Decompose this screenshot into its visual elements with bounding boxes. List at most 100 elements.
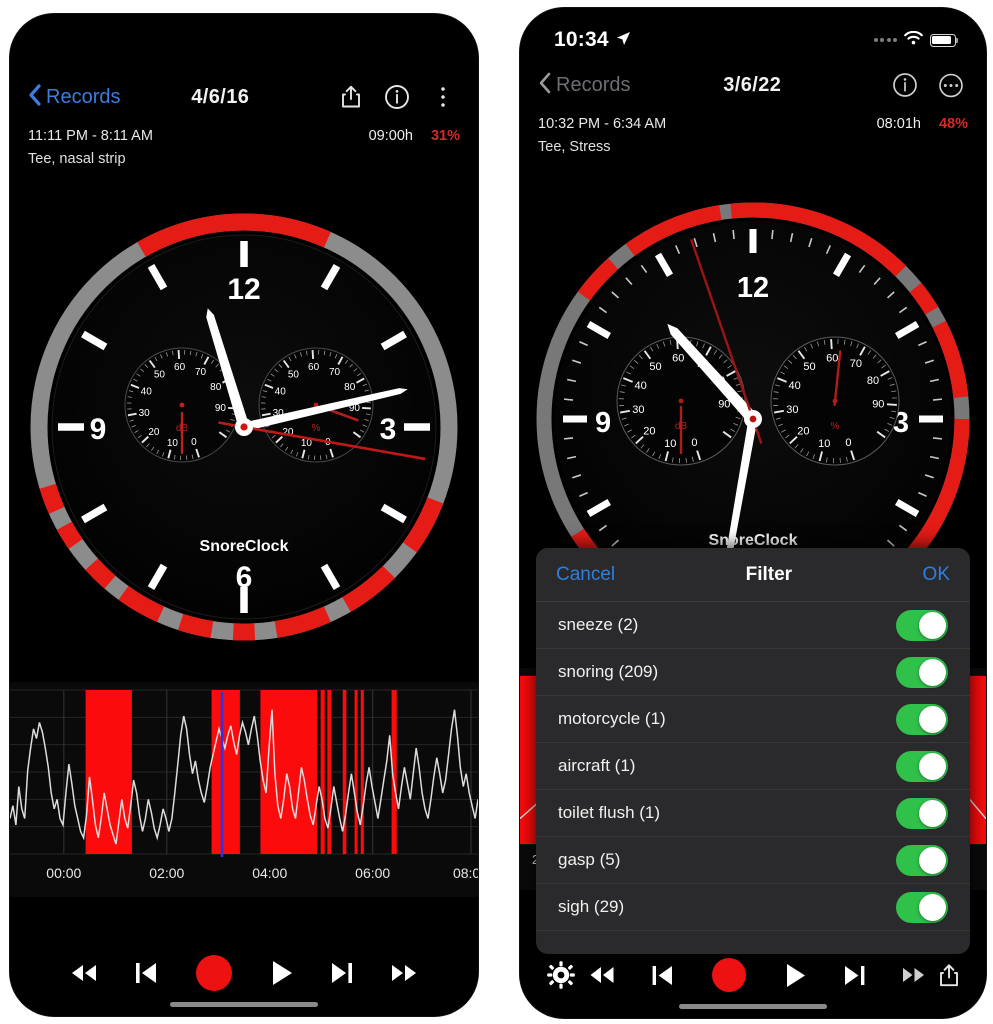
filter-toggle[interactable] bbox=[896, 704, 948, 735]
svg-text:60: 60 bbox=[672, 353, 684, 365]
filter-dialog[interactable]: Cancel Filter OK sneeze (2) snoring (209)… bbox=[536, 548, 970, 954]
skip-back-icon[interactable] bbox=[133, 961, 159, 985]
filter-row-label: toilet flush (1) bbox=[558, 803, 896, 823]
svg-text:90: 90 bbox=[215, 403, 227, 414]
record-icon[interactable] bbox=[709, 955, 749, 995]
svg-text:80: 80 bbox=[344, 382, 356, 393]
navbar-left: Records 4/6/16 bbox=[10, 72, 478, 122]
screen-left: Records 4/6/16 bbox=[10, 14, 478, 1016]
location-arrow-icon bbox=[616, 28, 631, 52]
filter-list: sneeze (2) snoring (209) motorcycle (1) air… bbox=[536, 602, 970, 931]
navbar-right: Records 3/6/22 bbox=[520, 60, 986, 110]
filter-row[interactable]: snoring (209) bbox=[536, 649, 970, 696]
signal-dots-icon bbox=[874, 38, 898, 42]
filter-toggle[interactable] bbox=[896, 751, 948, 782]
share-icon[interactable] bbox=[338, 84, 364, 110]
svg-text:60: 60 bbox=[174, 362, 186, 373]
svg-text:40: 40 bbox=[141, 386, 153, 397]
record-icon[interactable] bbox=[193, 952, 235, 994]
svg-text:30: 30 bbox=[139, 408, 151, 419]
svg-text:9: 9 bbox=[90, 413, 107, 446]
more-vertical-icon[interactable] bbox=[430, 84, 456, 110]
filter-toggle[interactable] bbox=[896, 845, 948, 876]
summary-row-left: 11:11 PM - 8:11 AM 09:00h 31% bbox=[28, 126, 460, 146]
more-circle-icon[interactable] bbox=[938, 72, 964, 98]
fast-forward-icon[interactable] bbox=[389, 963, 419, 983]
svg-text:50: 50 bbox=[288, 369, 300, 380]
chart-xtick-label: 00:00 bbox=[46, 865, 81, 881]
filter-row-label: sneeze (2) bbox=[558, 615, 896, 635]
svg-text:60: 60 bbox=[308, 362, 320, 373]
svg-text:%: % bbox=[831, 421, 840, 432]
subdial-percent-left: 0102030405060708090 % bbox=[259, 348, 373, 462]
svg-text:80: 80 bbox=[867, 375, 879, 387]
gear-icon[interactable] bbox=[546, 960, 576, 990]
svg-text:80: 80 bbox=[210, 382, 222, 393]
navbar-actions-left bbox=[338, 84, 478, 110]
rewind-icon[interactable] bbox=[588, 966, 616, 984]
filter-toggle[interactable] bbox=[896, 798, 948, 829]
ok-button[interactable]: OK bbox=[923, 564, 950, 586]
cancel-button[interactable]: Cancel bbox=[556, 564, 615, 586]
filter-row[interactable]: gasp (5) bbox=[536, 837, 970, 884]
share-icon[interactable] bbox=[938, 963, 960, 988]
chevron-left-icon bbox=[28, 84, 41, 111]
svg-text:20: 20 bbox=[643, 426, 655, 438]
filter-row[interactable]: toilet flush (1) bbox=[536, 790, 970, 837]
chevron-left-icon bbox=[538, 72, 551, 99]
summary-time-range-right: 10:32 PM - 6:34 AM bbox=[538, 114, 666, 134]
play-icon[interactable] bbox=[783, 962, 808, 989]
summary-tags-left: Tee, nasal strip bbox=[28, 149, 460, 169]
summary-duration-left: 09:00h bbox=[369, 126, 413, 146]
subdial-db-right: 0102030405060708090 dB bbox=[617, 337, 745, 465]
record-summary-left: 11:11 PM - 8:11 AM 09:00h 31% Tee, nasal… bbox=[10, 126, 478, 169]
filter-dialog-title: Filter bbox=[615, 564, 922, 586]
filter-row[interactable]: motorcycle (1) bbox=[536, 696, 970, 743]
filter-toggle[interactable] bbox=[896, 892, 948, 923]
filter-row[interactable]: sigh (29) bbox=[536, 884, 970, 931]
record-summary-right: 10:32 PM - 6:34 AM 08:01h 48% Tee, Stres… bbox=[520, 114, 986, 157]
skip-back-icon[interactable] bbox=[650, 964, 675, 987]
filter-row[interactable]: aircraft (1) bbox=[536, 743, 970, 790]
filter-toggle[interactable] bbox=[896, 610, 948, 641]
phone-left: Records 4/6/16 bbox=[10, 14, 478, 1016]
statusbar-time-group: 10:34 bbox=[554, 28, 631, 52]
filter-row-label: gasp (5) bbox=[558, 850, 896, 870]
svg-text:70: 70 bbox=[195, 367, 207, 378]
play-icon[interactable] bbox=[269, 959, 295, 987]
svg-text:50: 50 bbox=[649, 361, 661, 373]
svg-text:12: 12 bbox=[227, 273, 260, 306]
battery-icon bbox=[930, 34, 956, 47]
filter-row-label: motorcycle (1) bbox=[558, 709, 896, 729]
svg-text:50: 50 bbox=[803, 361, 815, 373]
fast-forward-icon[interactable] bbox=[901, 967, 927, 983]
wifi-icon bbox=[904, 31, 923, 50]
filter-row[interactable]: sneeze (2) bbox=[536, 602, 970, 649]
subdial-percent-right: 0102030405060708090 % bbox=[771, 337, 899, 465]
sound-chart-left[interactable]: 00:0002:0004:0006:0008:0 bbox=[10, 682, 478, 897]
svg-text:70: 70 bbox=[329, 367, 341, 378]
phone-right: 10:34 bbox=[520, 8, 986, 1018]
skip-forward-icon[interactable] bbox=[842, 964, 867, 987]
svg-text:0: 0 bbox=[845, 437, 851, 449]
analog-clock-left[interactable]: 12 3 6 9 0102030405060708090 dB bbox=[26, 199, 462, 657]
svg-text:0: 0 bbox=[191, 437, 197, 448]
summary-row-right: 10:32 PM - 6:34 AM 08:01h 48% bbox=[538, 114, 968, 134]
statusbar-indicators bbox=[874, 31, 957, 50]
filter-toggle[interactable] bbox=[896, 657, 948, 688]
svg-text:60: 60 bbox=[826, 353, 838, 365]
rewind-icon[interactable] bbox=[69, 963, 99, 983]
chart-xtick-label: 06:00 bbox=[355, 865, 390, 881]
svg-text:90: 90 bbox=[718, 399, 730, 411]
info-icon[interactable] bbox=[892, 72, 918, 98]
svg-text:6: 6 bbox=[236, 561, 253, 594]
skip-forward-icon[interactable] bbox=[329, 961, 355, 985]
svg-text:40: 40 bbox=[789, 380, 801, 392]
info-icon[interactable] bbox=[384, 84, 410, 110]
clock-container-left[interactable]: 12 3 6 9 0102030405060708090 dB bbox=[10, 199, 478, 657]
svg-text:30: 30 bbox=[632, 404, 644, 416]
chart-xtick-label: 02:00 bbox=[149, 865, 184, 881]
filter-row-label: sigh (29) bbox=[558, 897, 896, 917]
screen-right: 10:34 bbox=[520, 8, 986, 1018]
summary-tags-right: Tee, Stress bbox=[538, 137, 968, 157]
